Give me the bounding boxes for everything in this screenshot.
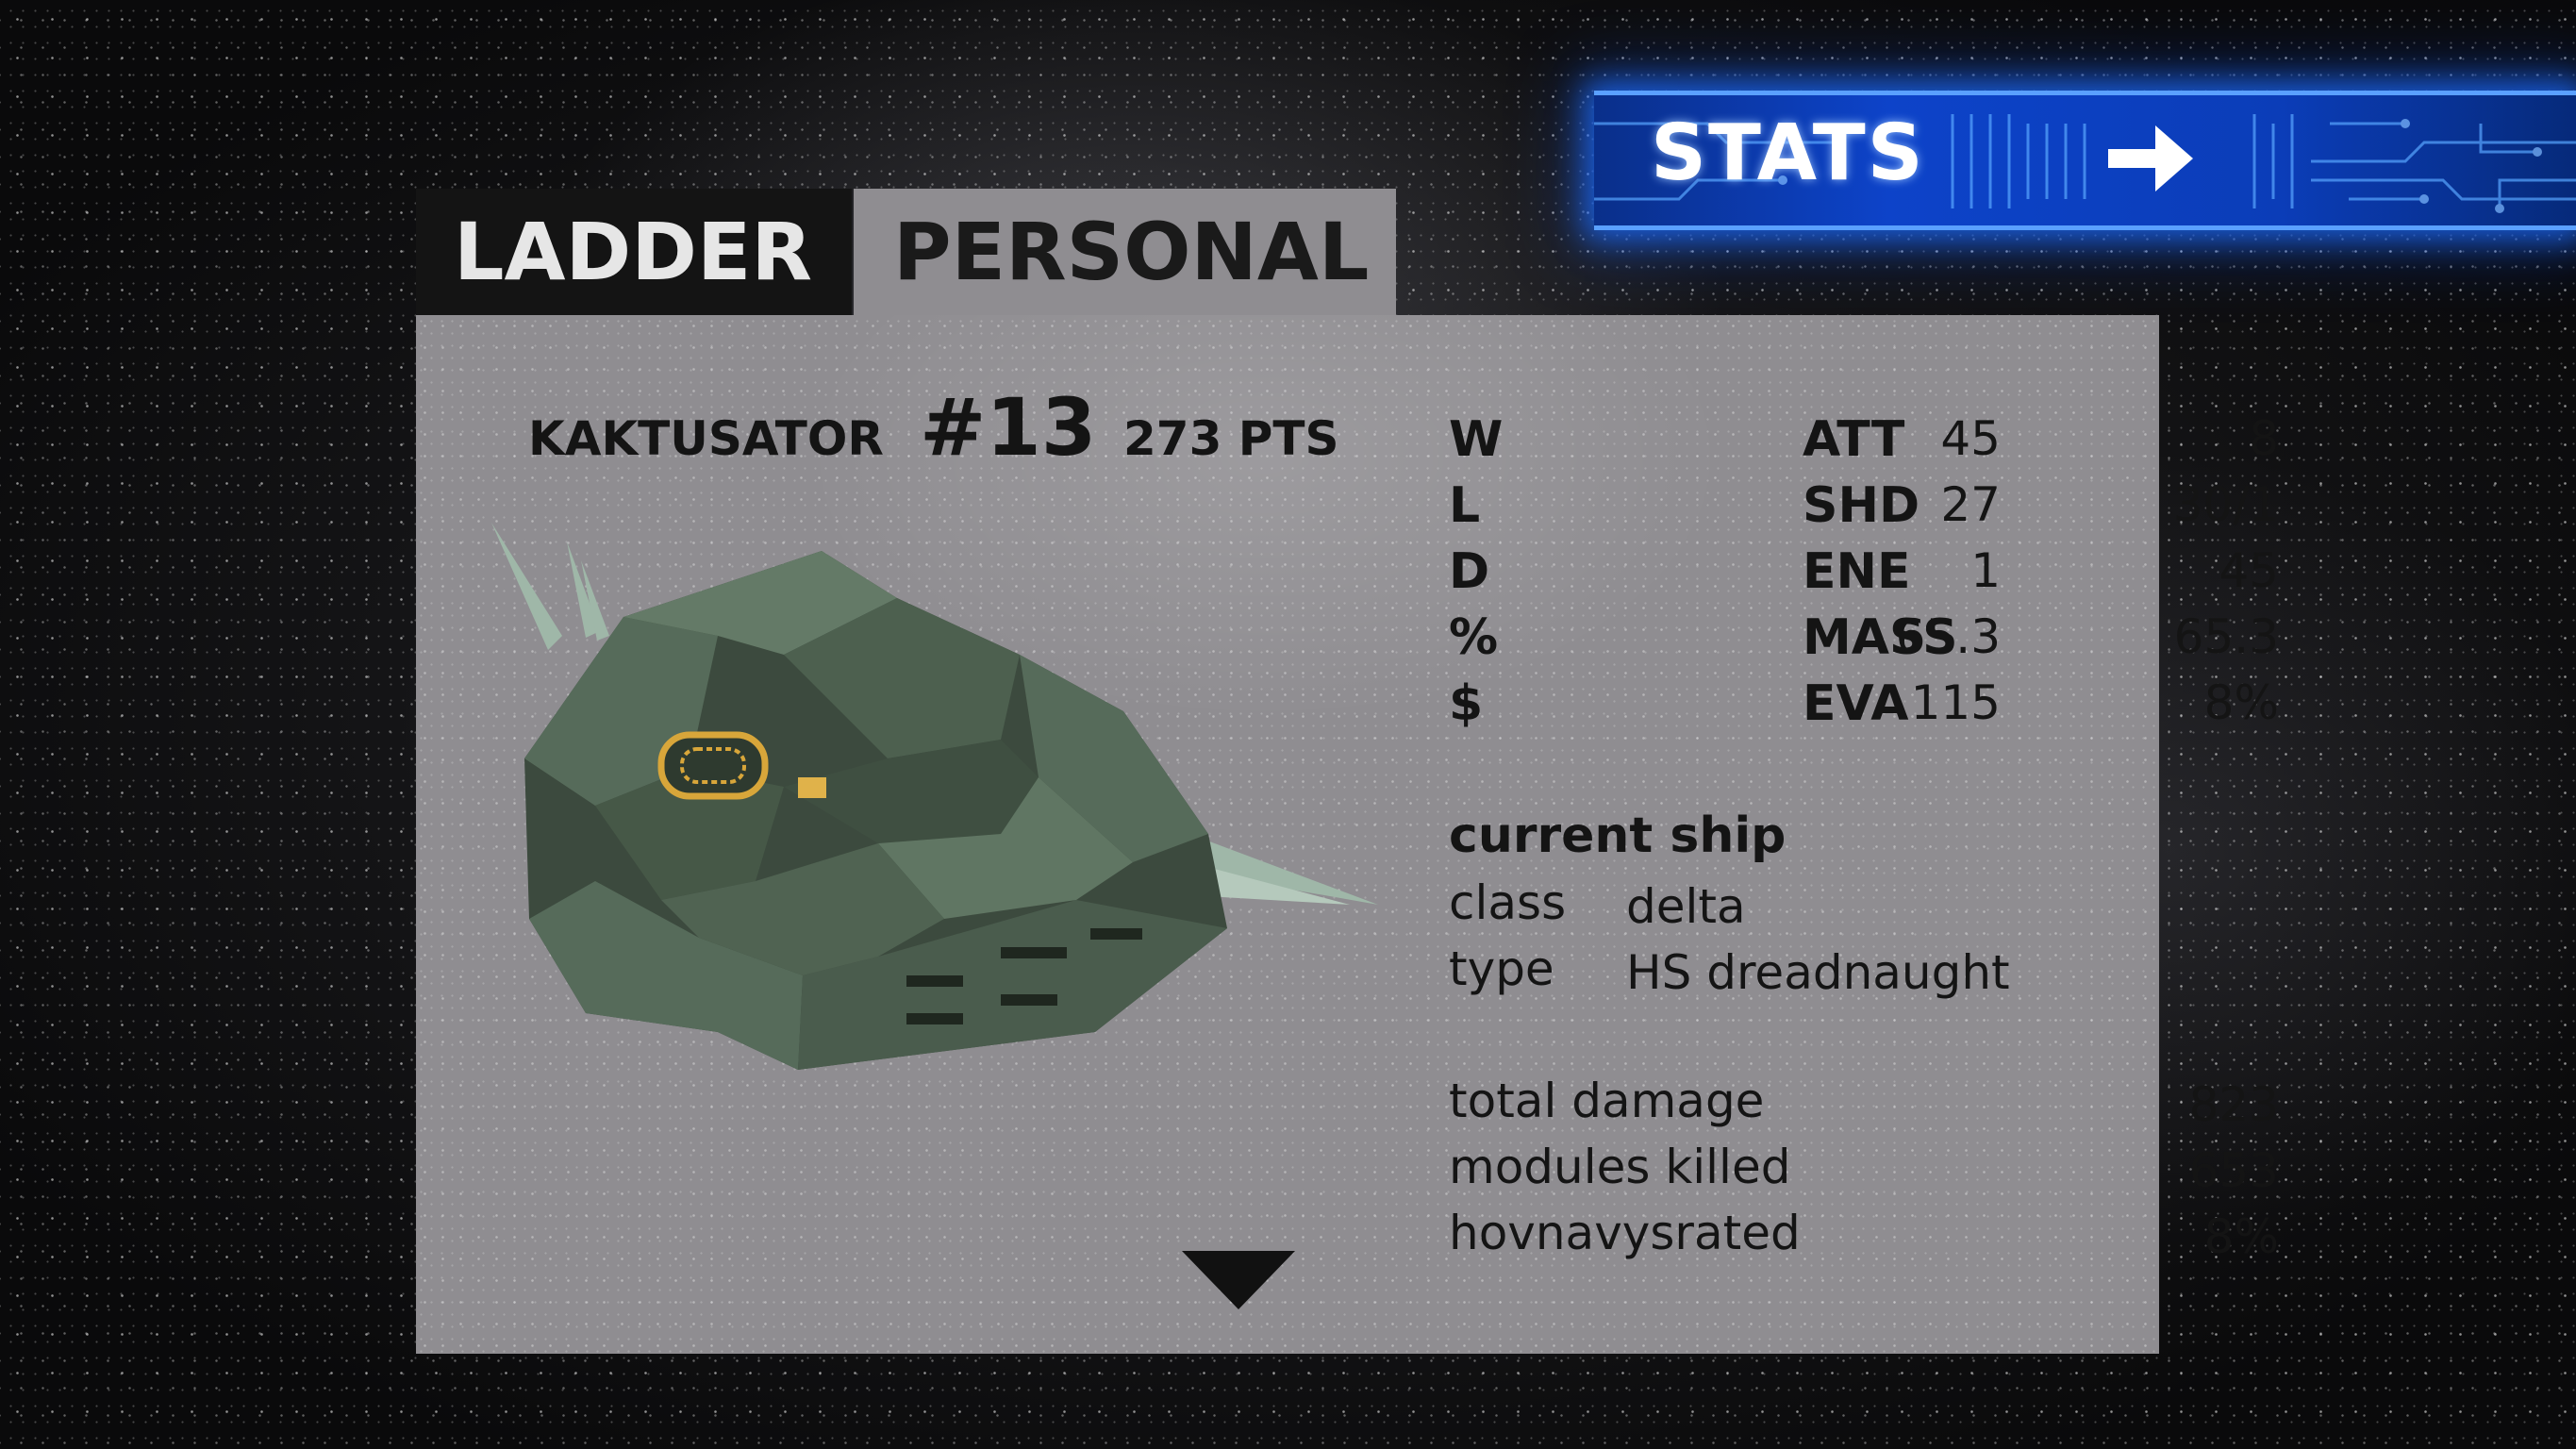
stat-value-att: 8 [2249,411,2279,466]
modules-killed-value: 653 [2188,1143,2279,1198]
stat-label-l: L [1449,477,1481,534]
total-damage-label: total damage [1449,1074,1765,1128]
stats-label: STATS [1651,108,1925,198]
ship-type-value: HS dreadnaught [1626,945,2010,1000]
triangle-down-icon[interactable] [1182,1251,1295,1309]
hovnavysrated-value: 8% [2203,1209,2279,1264]
total-damage-value: 823 [2188,1077,2279,1132]
ship-image [491,523,1378,1070]
player-name: KAKTUSATOR [528,411,884,466]
player-points: 273 PTS [1123,411,1339,466]
stat-value-ene: 45 [2219,543,2279,598]
ship-class-label: class [1449,875,1567,930]
tab-ladder[interactable]: LADDER [416,189,852,316]
ship-type-label: type [1449,941,1554,996]
stat-value-eva: 8% [2203,675,2279,730]
arrow-right-icon [2108,125,2193,192]
tab-personal[interactable]: PERSONAL [854,189,1396,321]
current-ship-title: current ship [1449,808,1787,864]
stat-label-d: D [1449,543,1490,600]
stat-label-eva: EVA [1803,675,1909,732]
hovnavysrated-label: hovnavysrated [1449,1206,1801,1260]
stat-label-shd: SHD [1803,477,1920,534]
stat-value-mass: 65.3 [2173,609,2279,664]
stats-button[interactable]: STATS [1594,91,2576,230]
stat-label-mass: MASS [1803,609,1958,666]
tab-ladder-label: LADDER [454,206,813,298]
tab-personal-label: PERSONAL [893,206,1370,298]
stat-label-ene: ENE [1803,543,1911,600]
stat-label-money: $ [1449,675,1484,732]
modules-killed-label: modules killed [1449,1140,1791,1194]
personal-panel: KAKTUSATOR #13 273 PTS W 45 L 27 D 1 % 6 [416,315,2279,1354]
ship-class-value: delta [1626,879,1746,934]
stat-label-w: W [1449,411,1504,468]
stat-value-shd: 30/1 [2172,477,2279,532]
stat-label-percent: % [1449,609,1499,666]
stat-label-att: ATT [1803,411,1905,468]
player-rank: #13 [920,381,1097,474]
